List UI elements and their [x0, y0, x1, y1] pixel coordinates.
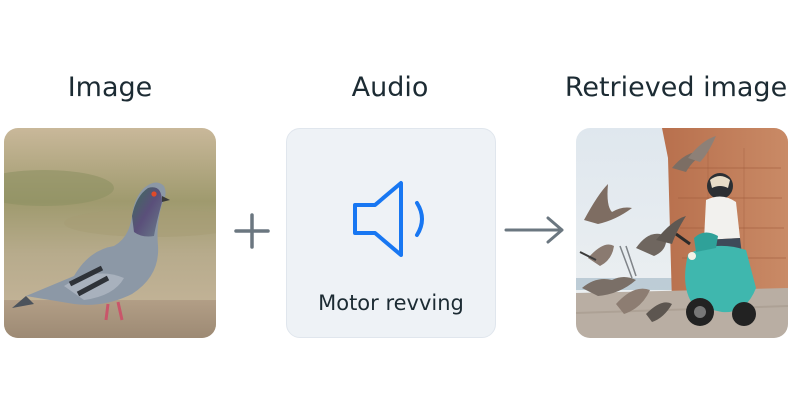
pigeon-image: [4, 128, 216, 338]
plus-icon: [234, 213, 270, 249]
audio-label: Audio: [351, 72, 429, 103]
audio-caption: Motor revving: [318, 291, 464, 315]
audio-card: Motor revving: [286, 128, 496, 338]
arrow-right-icon: [504, 216, 564, 244]
speaker-icon: [353, 181, 424, 257]
image-label: Image: [67, 72, 153, 103]
retrieved-image: [576, 128, 788, 338]
pigeon-photo: [4, 128, 216, 338]
retrieved-image-label: Retrieved image: [564, 72, 788, 103]
scooter-rider-with-pigeons-photo: [576, 128, 788, 338]
